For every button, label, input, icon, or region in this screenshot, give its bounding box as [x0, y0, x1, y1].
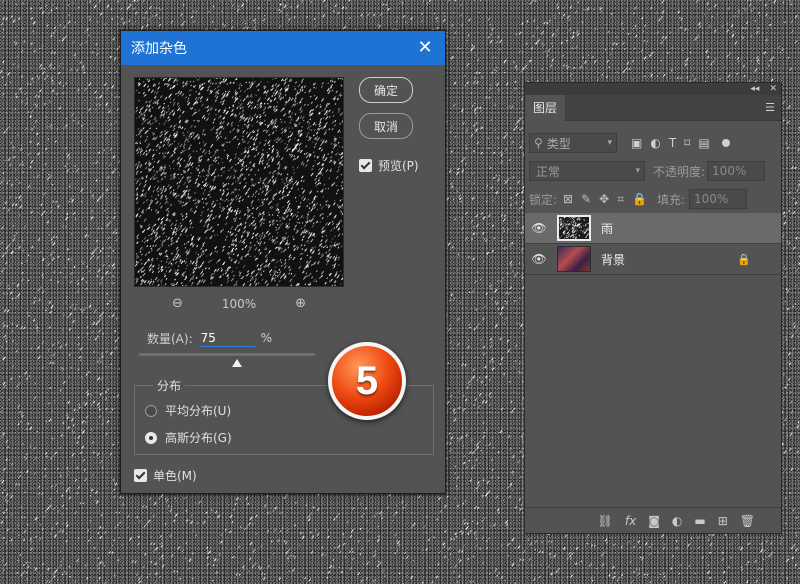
amount-slider-track[interactable] — [139, 353, 315, 356]
amount-label: 数量(A): — [147, 331, 193, 346]
panel-footer: ⛓ fx ◙ ◐ ▬ ⊞ 🗑 — [525, 507, 781, 533]
zoom-in-icon[interactable]: ⊕ — [295, 296, 306, 311]
new-group-icon[interactable]: ▬ — [694, 514, 705, 528]
layer-filter-row: ⚲ 类型 ▾ ▣ ◐ T ⌑ ▤ — [529, 133, 779, 153]
eye-icon[interactable]: 👁 — [525, 252, 553, 266]
link-layers-icon[interactable]: ⛓ — [598, 514, 613, 528]
opacity-label: 不透明度: — [653, 164, 706, 179]
chevron-down-icon: ▾ — [607, 138, 612, 148]
lock-icon[interactable]: 🔒 — [737, 253, 751, 266]
step-number: 5 — [355, 358, 379, 403]
layers-list: 👁 雨 👁 背景 🔒 — [525, 213, 781, 275]
preview-noise-image — [135, 78, 343, 286]
amount-row: 数量(A): % — [147, 329, 272, 347]
noise-thumbnail-image — [558, 214, 591, 240]
opacity-value: 100% — [712, 164, 747, 178]
layer-name[interactable]: 背景 — [601, 251, 625, 268]
ok-button[interactable]: 确定 — [359, 77, 413, 103]
pixel-filter-icon[interactable]: ▣ — [631, 136, 642, 150]
add-noise-dialog: 添加杂色 ✕ ⊖ 100% ⊕ 确定 取消 预览(P) 数量(A): % 分布 … — [120, 30, 446, 494]
lock-label: 锁定: — [529, 192, 558, 207]
add-mask-icon[interactable]: ◙ — [648, 514, 660, 528]
panel-tabs: 图层 ☰ — [525, 94, 781, 121]
lock-icons: ⊠ ✎ ✥ ⌗ 🔒 — [563, 192, 647, 207]
adjustment-filter-icon[interactable]: ◐ — [650, 136, 660, 150]
amount-input[interactable] — [198, 329, 255, 347]
search-icon: ⚲ — [534, 136, 543, 150]
radio-checked-icon[interactable] — [145, 431, 157, 444]
distribution-legend: 分布 — [153, 377, 186, 394]
panel-menu-icon[interactable]: ☰ — [765, 101, 775, 114]
radio-unchecked-icon[interactable] — [145, 404, 157, 417]
monochromatic-checkbox[interactable]: 单色(M) — [134, 467, 197, 484]
shape-filter-icon[interactable]: ⌑ — [684, 136, 690, 150]
trash-icon[interactable]: 🗑 — [740, 514, 755, 528]
zoom-level: 100% — [221, 296, 257, 311]
lock-position-icon[interactable]: ✥ — [599, 192, 609, 207]
checkbox-checked-icon[interactable] — [359, 159, 372, 172]
layers-panel: ◂◂ ✕ 图层 ☰ ⚲ 类型 ▾ ▣ ◐ T ⌑ ▤ 正常 ▾ 不透明度: 10… — [524, 82, 782, 534]
type-filter-icon[interactable]: T — [669, 136, 676, 150]
blend-mode-select[interactable]: 正常 ▾ — [529, 161, 645, 181]
filter-kind-select[interactable]: ⚲ 类型 ▾ — [529, 133, 617, 153]
lock-row: 锁定: ⊠ ✎ ✥ ⌗ 🔒 填充: 100% — [529, 189, 779, 209]
new-layer-icon[interactable]: ⊞ — [718, 514, 728, 528]
filter-icons: ▣ ◐ T ⌑ ▤ — [631, 136, 710, 150]
lock-pixels-icon[interactable]: ✎ — [581, 192, 591, 207]
close-icon[interactable]: ✕ — [415, 39, 435, 57]
panel-topbar: ◂◂ ✕ — [525, 83, 781, 95]
filter-toggle-icon[interactable] — [721, 139, 730, 147]
fill-label: 填充: — [656, 192, 685, 207]
blend-row: 正常 ▾ 不透明度: 100% — [529, 161, 779, 181]
lock-transparent-icon[interactable]: ⊠ — [563, 192, 573, 207]
smart-object-filter-icon[interactable]: ▤ — [698, 136, 709, 150]
layer-row-rain[interactable]: 👁 雨 — [525, 213, 781, 244]
noise-preview[interactable] — [134, 77, 344, 287]
lock-artboard-icon[interactable]: ⌗ — [617, 192, 624, 207]
opacity-input[interactable]: 100% — [707, 161, 766, 181]
gaussian-label: 高斯分布(G) — [165, 431, 232, 445]
monochromatic-label: 单色(M) — [153, 469, 197, 483]
layer-thumbnail — [557, 246, 591, 272]
gaussian-radio-option[interactable]: 高斯分布(G) — [145, 429, 232, 446]
eye-icon[interactable]: 👁 — [525, 221, 553, 235]
layer-row-background[interactable]: 👁 背景 🔒 — [525, 244, 781, 275]
fill-value: 100% — [694, 192, 729, 206]
checkbox-checked-icon[interactable] — [134, 469, 147, 482]
filter-kind-value: 类型 — [546, 136, 571, 151]
amount-slider-thumb[interactable] — [232, 359, 242, 367]
fx-icon[interactable]: fx — [625, 514, 636, 528]
preview-checkbox[interactable]: 预览(P) — [359, 157, 419, 174]
layer-thumbnail — [557, 214, 591, 241]
preview-label: 预览(P) — [378, 159, 419, 173]
cancel-button[interactable]: 取消 — [359, 113, 413, 139]
amount-unit: % — [260, 331, 273, 345]
uniform-radio-option[interactable]: 平均分布(U) — [145, 402, 231, 419]
collapse-icon[interactable]: ◂◂ — [750, 84, 759, 94]
adjustment-layer-icon[interactable]: ◐ — [672, 514, 682, 528]
lock-all-icon[interactable]: 🔒 — [632, 192, 647, 207]
dialog-title: 添加杂色 — [131, 41, 187, 57]
zoom-out-icon[interactable]: ⊖ — [172, 296, 183, 311]
tab-layers[interactable]: 图层 — [525, 94, 566, 121]
layer-name[interactable]: 雨 — [601, 220, 613, 237]
blend-mode-value: 正常 — [536, 164, 561, 179]
fill-input[interactable]: 100% — [689, 189, 747, 209]
dialog-titlebar[interactable]: 添加杂色 ✕ — [121, 31, 445, 65]
step-number-badge: 5 — [328, 342, 406, 420]
panel-close-icon[interactable]: ✕ — [769, 84, 777, 94]
zoom-controls: ⊖ 100% ⊕ — [134, 296, 344, 311]
uniform-label: 平均分布(U) — [165, 404, 232, 418]
chevron-down-icon: ▾ — [635, 166, 640, 176]
